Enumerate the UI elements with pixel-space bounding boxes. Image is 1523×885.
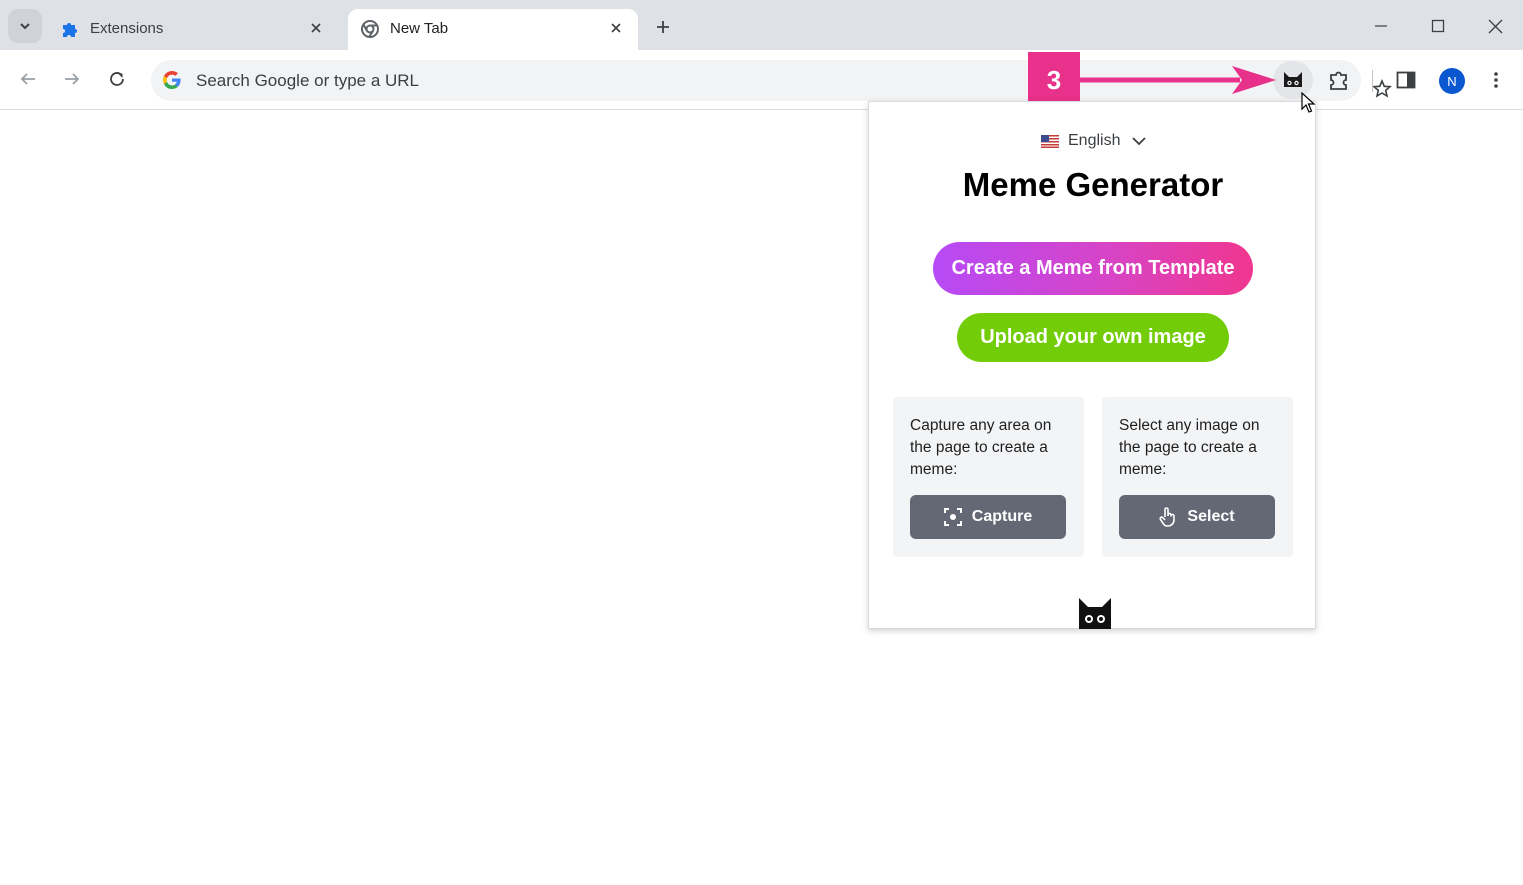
maximize-button[interactable] xyxy=(1423,12,1453,40)
capture-card: Capture any area on the page to create a… xyxy=(893,397,1084,557)
minimize-icon xyxy=(1375,25,1387,27)
close-window-button[interactable] xyxy=(1480,12,1510,40)
close-icon xyxy=(1488,19,1502,33)
arrow-right-icon xyxy=(65,73,80,85)
close-icon[interactable] xyxy=(306,18,326,38)
arrow-left-icon xyxy=(20,73,35,85)
new-tab-button[interactable] xyxy=(650,14,676,40)
select-button-label: Select xyxy=(1187,508,1235,525)
reload-button[interactable] xyxy=(102,64,132,94)
upload-image-button[interactable]: Upload your own image xyxy=(957,313,1229,362)
forward-button[interactable] xyxy=(57,64,87,94)
tab-strip: Extensions New Tab xyxy=(0,0,1523,50)
capture-icon xyxy=(943,508,962,526)
language-selector[interactable]: English xyxy=(1041,131,1147,151)
cat-logo-icon xyxy=(1079,598,1111,629)
capture-description: Capture any area on the page to create a… xyxy=(910,417,1052,478)
chevron-down-icon xyxy=(20,23,30,30)
select-card: Select any image on the page to create a… xyxy=(1102,397,1293,557)
tab-title: Extensions xyxy=(90,20,164,37)
capture-button[interactable]: Capture xyxy=(910,495,1066,539)
tab-extensions[interactable]: Extensions xyxy=(48,9,338,50)
tab-title: New Tab xyxy=(390,20,449,37)
arrow-right-icon xyxy=(1080,66,1276,94)
browser-window: Extensions New Tab Search Google or type… xyxy=(0,0,1523,885)
capture-button-label: Capture xyxy=(971,508,1033,525)
google-icon xyxy=(163,71,181,89)
select-description: Select any image on the page to create a… xyxy=(1119,417,1260,478)
back-button[interactable] xyxy=(13,64,43,94)
mouse-cursor-icon xyxy=(1301,92,1316,113)
profile-avatar[interactable]: N xyxy=(1439,68,1465,94)
language-label: English xyxy=(1068,132,1121,149)
tab-search-button[interactable] xyxy=(8,9,42,43)
toolbar-separator xyxy=(1372,70,1373,92)
reload-icon xyxy=(110,72,124,86)
select-button[interactable]: Select xyxy=(1119,495,1275,539)
address-bar-placeholder: Search Google or type a URL xyxy=(196,71,420,90)
popup-title: Meme Generator xyxy=(962,166,1224,203)
extensions-menu-button[interactable] xyxy=(1322,64,1356,96)
puzzle-icon xyxy=(63,23,77,37)
more-vertical-icon xyxy=(1494,72,1498,88)
tab-new-tab[interactable]: New Tab xyxy=(348,9,638,50)
browser-menu-button[interactable] xyxy=(1484,66,1508,94)
plus-icon xyxy=(657,21,669,33)
puzzle-icon xyxy=(1330,71,1347,90)
side-panel-button[interactable] xyxy=(1392,66,1420,94)
star-icon xyxy=(1372,79,1392,98)
close-icon[interactable] xyxy=(606,18,626,38)
chrome-icon xyxy=(361,20,379,38)
hand-pointer-icon xyxy=(1159,507,1176,527)
cat-icon xyxy=(1284,72,1302,87)
create-from-template-button[interactable]: Create a Meme from Template xyxy=(933,242,1253,295)
maximize-icon xyxy=(1431,19,1445,33)
chevron-down-icon xyxy=(1132,137,1147,146)
us-flag-icon xyxy=(1041,134,1059,148)
step-number-badge: 3 xyxy=(1028,52,1080,108)
side-panel-icon xyxy=(1396,71,1416,89)
minimize-button[interactable] xyxy=(1366,12,1396,40)
extension-popup: English Meme Generator Create a Meme fro… xyxy=(868,101,1316,629)
